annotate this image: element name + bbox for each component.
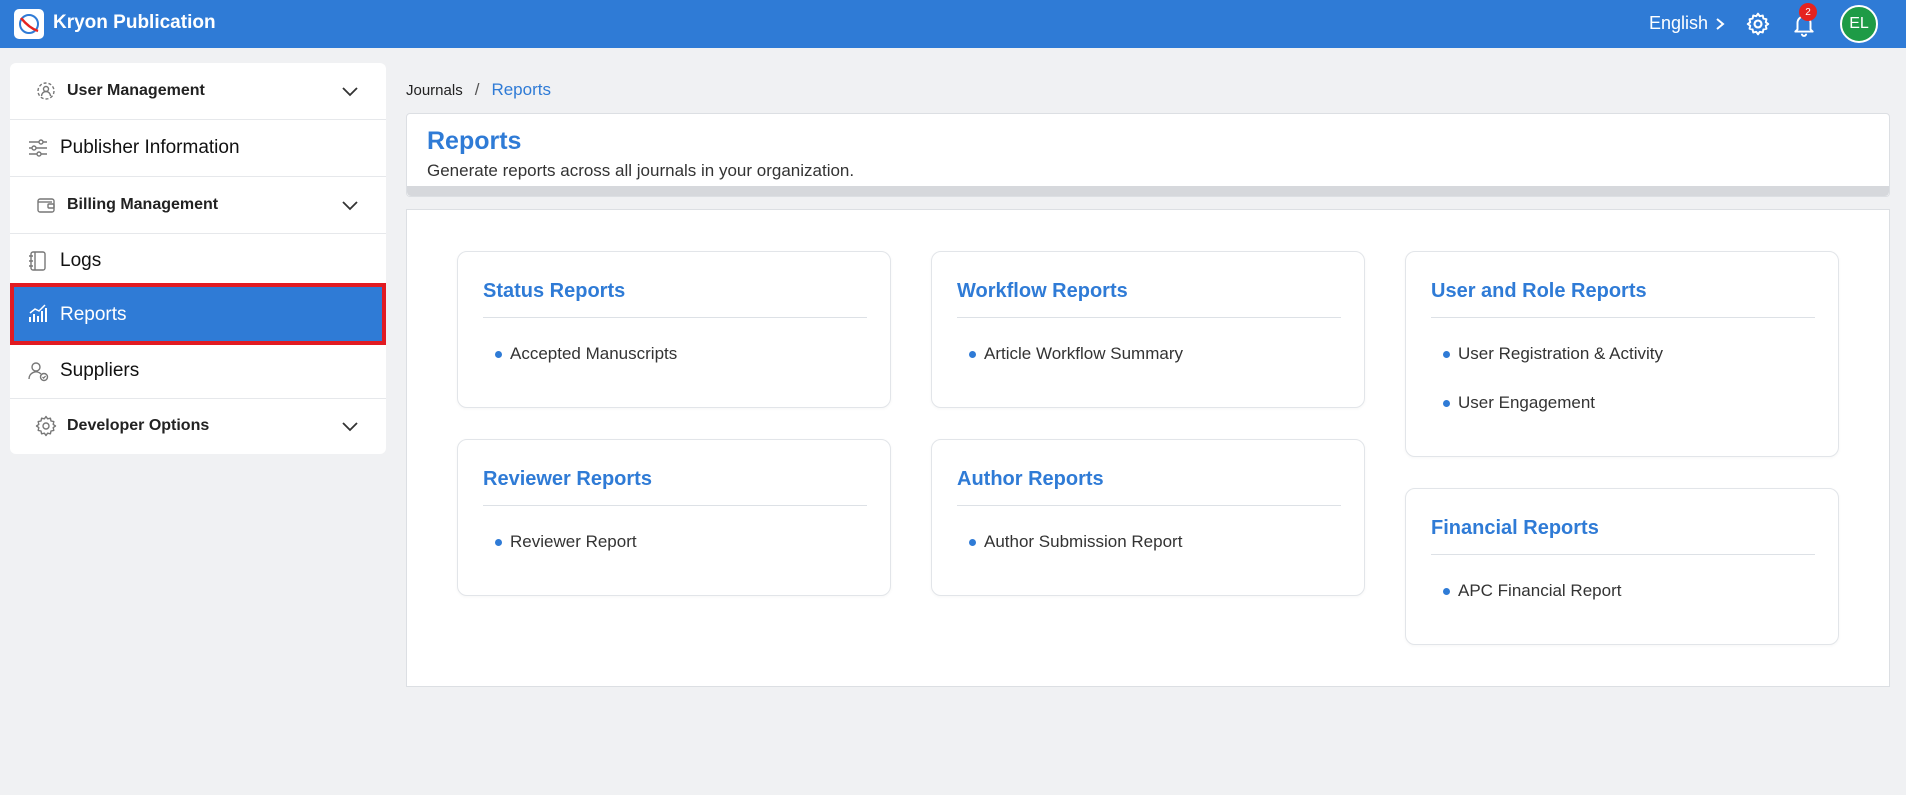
- language-label: English: [1649, 13, 1709, 33]
- sidebar-item-billing-management[interactable]: Billing Management: [10, 177, 386, 234]
- sidebar-item-logs[interactable]: Logs: [10, 234, 386, 289]
- card-divider: [483, 317, 867, 318]
- report-link[interactable]: Accepted Manuscripts: [510, 344, 677, 364]
- users-gear-icon: [37, 82, 55, 100]
- breadcrumb-journals-link[interactable]: Journals: [406, 82, 463, 99]
- card-title: User and Role Reports: [1431, 280, 1647, 302]
- gear-icon: [35, 415, 57, 437]
- sidebar-item-label: User Management: [67, 82, 205, 99]
- sidebar-item-label: Logs: [60, 250, 102, 271]
- sidebar-item-label: Reports: [60, 304, 127, 325]
- card-divider: [957, 317, 1341, 318]
- app-logo-icon[interactable]: [14, 9, 44, 39]
- chevron-down-icon[interactable]: [340, 195, 360, 215]
- user-check-icon: [28, 362, 49, 382]
- breadcrumb-separator: /: [474, 80, 480, 99]
- wallet-icon: [37, 198, 55, 213]
- breadcrumb-current: Reports: [491, 80, 551, 99]
- report-link[interactable]: Author Submission Report: [984, 532, 1182, 552]
- page-subtitle: Generate reports across all journals in …: [427, 161, 855, 180]
- card-divider: [1431, 554, 1815, 555]
- report-card-financial: Financial Reports APC Financial Report: [1405, 488, 1839, 645]
- report-card-author: Author Reports Author Submission Report: [931, 439, 1365, 596]
- header-divider: [407, 186, 1889, 196]
- card-title: Financial Reports: [1431, 517, 1599, 539]
- report-card-user-role: User and Role Reports User Registration …: [1405, 251, 1839, 457]
- report-card-workflow: Workflow Reports Article Workflow Summar…: [931, 251, 1365, 408]
- sidebar-item-label: Publisher Information: [60, 137, 240, 158]
- page-header: Reports Generate reports across all jour…: [406, 113, 1890, 197]
- sidebar-item-label: Billing Management: [67, 196, 219, 213]
- report-card-status: Status Reports Accepted Manuscripts: [457, 251, 891, 408]
- settings-gear-icon[interactable]: [1745, 11, 1771, 37]
- report-card-reviewer: Reviewer Reports Reviewer Report: [457, 439, 891, 596]
- card-divider: [483, 505, 867, 506]
- card-title: Reviewer Reports: [483, 468, 652, 490]
- card-title: Status Reports: [483, 280, 626, 302]
- breadcrumb: Journals / Reports: [406, 80, 551, 100]
- sliders-icon: [29, 139, 47, 157]
- card-divider: [957, 505, 1341, 506]
- sidebar-item-suppliers[interactable]: Suppliers: [10, 345, 386, 399]
- language-selector[interactable]: English: [1649, 13, 1726, 34]
- chevron-right-icon: [1716, 17, 1725, 30]
- chevron-down-icon[interactable]: [340, 416, 360, 436]
- user-avatar[interactable]: EL: [1840, 5, 1878, 43]
- report-link[interactable]: Article Workflow Summary: [984, 344, 1183, 364]
- bullet-icon: [1443, 351, 1450, 358]
- sidebar-item-publisher-information[interactable]: Publisher Information: [10, 120, 386, 177]
- card-divider: [1431, 317, 1815, 318]
- app-title: Kryon Publication: [53, 12, 216, 33]
- notification-badge: 2: [1799, 3, 1817, 21]
- bullet-icon: [1443, 588, 1450, 595]
- notebook-icon: [29, 251, 46, 271]
- bullet-icon: [495, 351, 502, 358]
- sidebar-item-user-management[interactable]: User Management: [10, 63, 386, 120]
- top-bar: Kryon Publication English 2 EL: [0, 0, 1906, 48]
- report-link[interactable]: APC Financial Report: [1458, 581, 1621, 601]
- card-title: Author Reports: [957, 468, 1104, 490]
- reports-panel: Status Reports Accepted Manuscripts Revi…: [406, 209, 1890, 687]
- bullet-icon: [969, 351, 976, 358]
- page-title: Reports: [427, 127, 522, 155]
- sidebar-item-label: Suppliers: [60, 360, 140, 381]
- bullet-icon: [495, 539, 502, 546]
- report-link[interactable]: User Registration & Activity: [1458, 344, 1663, 364]
- report-link[interactable]: Reviewer Report: [510, 532, 637, 552]
- bullet-icon: [1443, 400, 1450, 407]
- sidebar-item-label: Developer Options: [67, 417, 210, 434]
- card-title: Workflow Reports: [957, 280, 1128, 302]
- chevron-down-icon[interactable]: [340, 81, 360, 101]
- bar-chart-icon: [29, 304, 47, 322]
- sidebar-item-reports[interactable]: Reports: [10, 283, 386, 345]
- bullet-icon: [969, 539, 976, 546]
- report-link[interactable]: User Engagement: [1458, 393, 1595, 413]
- sidebar-item-developer-options[interactable]: Developer Options: [10, 399, 386, 454]
- sidebar: User Management Publisher Information Bi…: [10, 63, 386, 454]
